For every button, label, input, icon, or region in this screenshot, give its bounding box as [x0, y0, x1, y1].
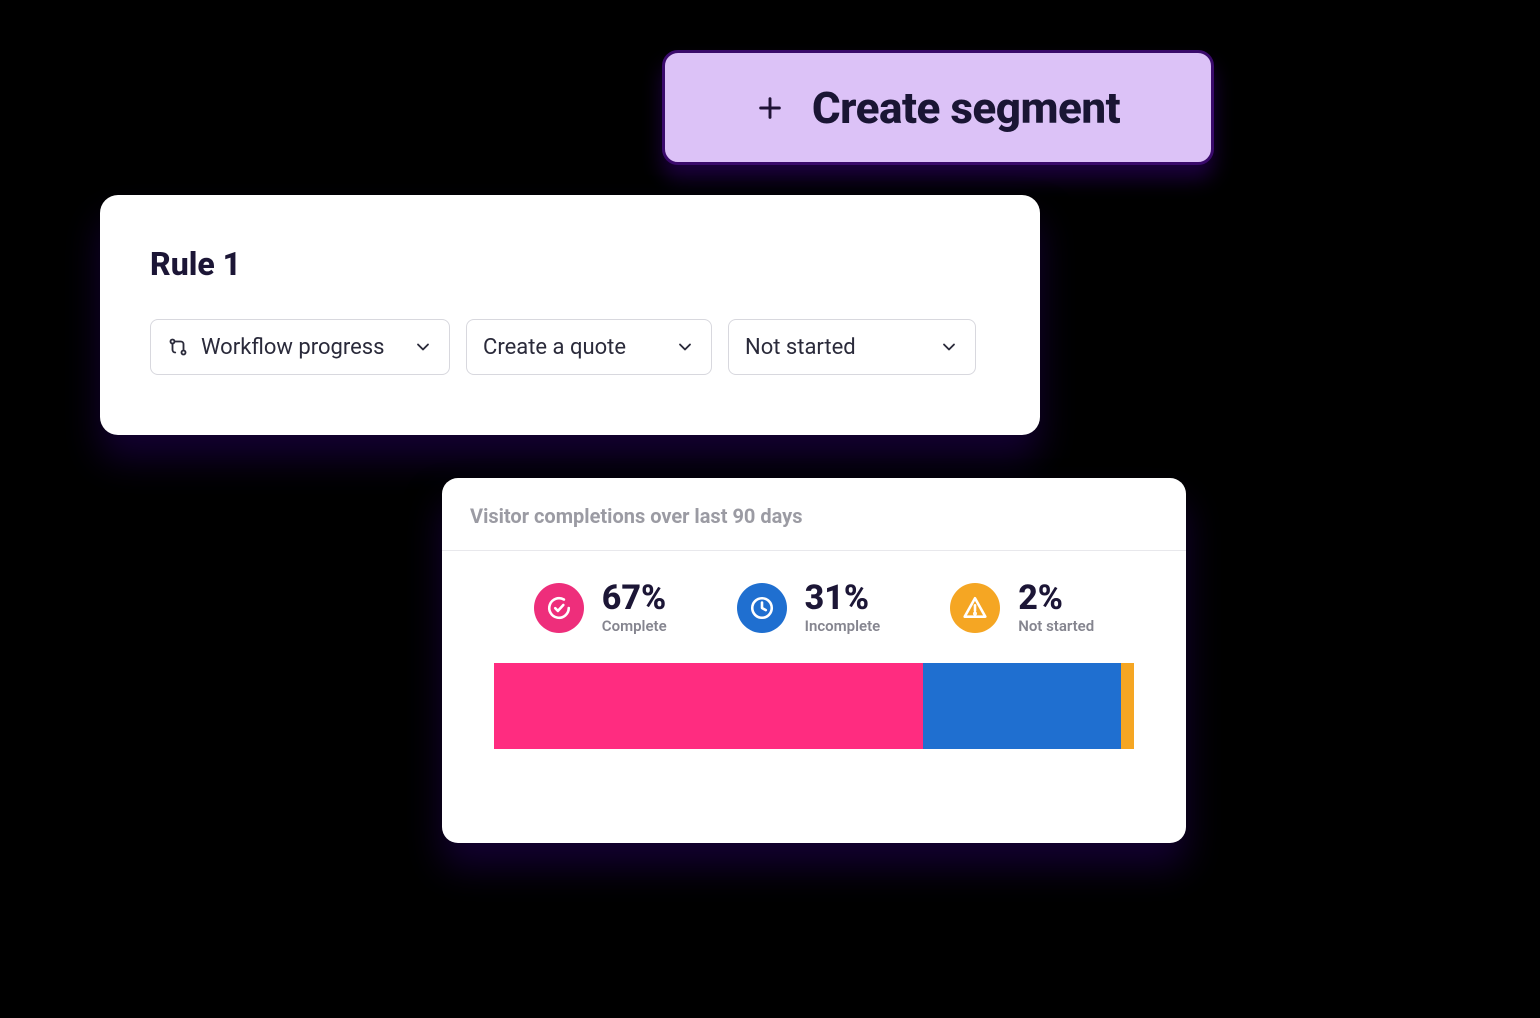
check-circle-icon [534, 583, 584, 633]
rule-title: Rule 1 [150, 245, 990, 283]
stat-not-started: 2% Not started [950, 581, 1094, 635]
stat-complete-value: 67% [602, 581, 666, 617]
stat-incomplete-value: 31% [805, 581, 869, 617]
completion-stats-row: 67% Complete 31% Incomplete [442, 551, 1186, 657]
completion-card-title: Visitor completions over last 90 days [442, 478, 1186, 551]
bar-segment-not-started [1121, 663, 1134, 749]
chevron-down-icon [939, 337, 959, 357]
clock-icon [737, 583, 787, 633]
rule-card: Rule 1 Workflow progress Create a quote [100, 195, 1040, 435]
completion-bar-wrap [442, 657, 1186, 779]
create-segment-button[interactable]: Create segment [662, 50, 1214, 165]
plus-icon [756, 94, 784, 122]
rule-select-workflow-label: Create a quote [483, 335, 626, 360]
stat-incomplete: 31% Incomplete [737, 581, 881, 635]
chevron-down-icon [413, 337, 433, 357]
rule-select-status-label: Not started [745, 335, 856, 360]
stat-complete: 67% Complete [534, 581, 667, 635]
completion-card: Visitor completions over last 90 days 67… [442, 478, 1186, 843]
alert-triangle-icon [950, 583, 1000, 633]
bar-segment-incomplete [923, 663, 1121, 749]
rule-select-attribute[interactable]: Workflow progress [150, 319, 450, 375]
completion-bar-chart [494, 663, 1134, 749]
stat-not-started-value: 2% [1018, 581, 1063, 617]
chevron-down-icon [675, 337, 695, 357]
stat-complete-label: Complete [602, 617, 667, 635]
stat-not-started-label: Not started [1018, 617, 1094, 635]
rule-selects-row: Workflow progress Create a quote Not sta… [150, 319, 990, 375]
bar-segment-complete [494, 663, 923, 749]
workflow-icon [167, 336, 189, 358]
create-segment-label: Create segment [812, 82, 1120, 134]
rule-select-attribute-label: Workflow progress [201, 335, 385, 360]
rule-select-workflow[interactable]: Create a quote [466, 319, 712, 375]
stat-incomplete-label: Incomplete [805, 617, 881, 635]
rule-select-status[interactable]: Not started [728, 319, 976, 375]
